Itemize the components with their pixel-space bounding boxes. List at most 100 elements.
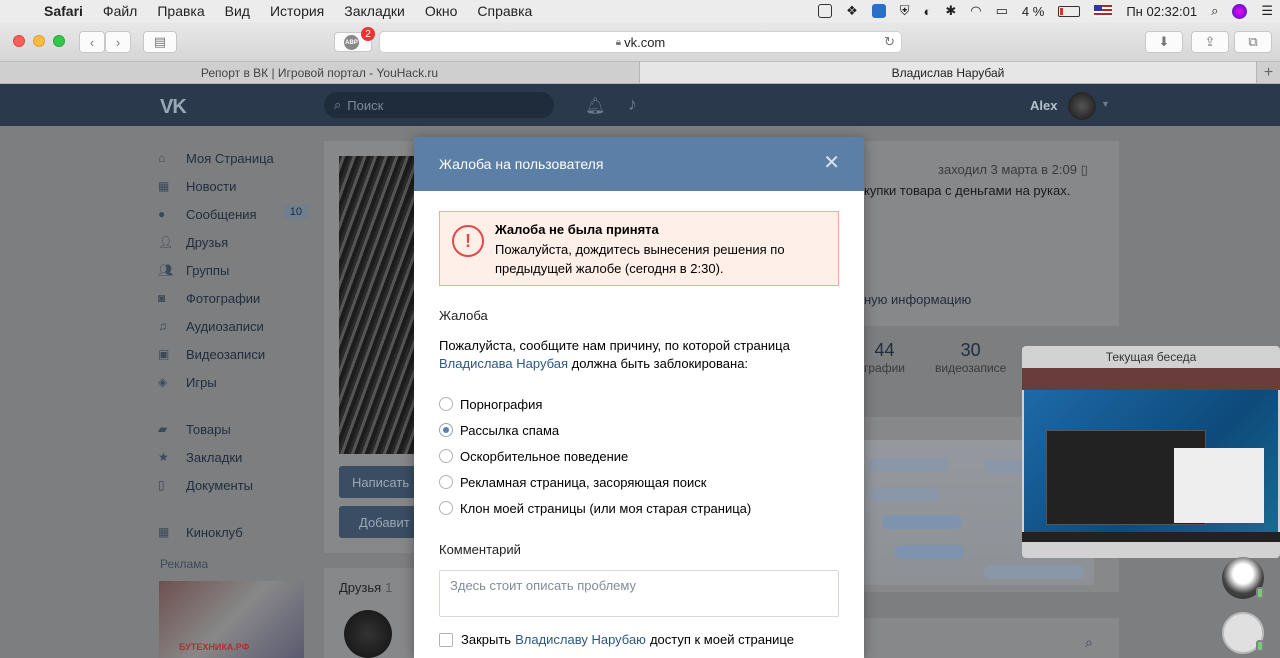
menu-help[interactable]: Справка [467,3,542,19]
nav-groups[interactable]: 👥︎ Группы [158,256,318,284]
vk-search-input[interactable]: ⌕ Поиск [324,92,554,118]
zoom-window-button[interactable] [53,35,65,47]
siri-icon[interactable] [1225,3,1254,19]
nav-audio[interactable]: ♫ Аудиозаписи [158,312,318,340]
picture-in-picture-window[interactable]: Текущая беседа [1022,346,1280,558]
nav-news[interactable]: ▦ Новости [158,172,318,200]
counter-number: 30 [960,340,981,360]
nav-games[interactable]: ◈ Игры [158,368,318,396]
sidebar-icon: ▤ [153,34,167,49]
toggle-icon[interactable]: ◐ [917,4,939,19]
share-button[interactable]: ⇪ [1191,31,1229,53]
profile-photo[interactable] [339,156,414,454]
show-full-info-link[interactable]: ную информацию [864,292,971,307]
address-bar[interactable]: 🔒︎ vk.com ↻ [379,31,902,53]
notifications-bell-icon[interactable]: 🔔︎ [585,96,605,116]
close-icon[interactable]: ✕ [823,153,840,173]
menu-file[interactable]: Файл [93,3,147,19]
comment-textarea[interactable]: Здесь стоит описать проблему [439,570,839,617]
friends-block-title[interactable]: Друзья 1 [339,580,392,595]
nav-documents[interactable]: ▯ Документы [158,471,318,499]
header-user-name[interactable]: Alex [1030,98,1057,113]
star-icon: ★ [158,450,169,464]
groups-icon: 👥︎ [158,263,174,277]
counter-videos[interactable]: 30 видеозаписе [935,340,1006,375]
nav-photos[interactable]: ◙ Фотографии [158,284,318,312]
menu-bookmarks[interactable]: Закладки [334,3,415,19]
sidebar-toggle-button[interactable]: ▤ [143,31,177,53]
nav-video[interactable]: ▣ Видеозаписи [158,340,318,368]
write-message-button[interactable]: Написать [339,466,414,498]
alert-title: Жалоба не была принята [495,222,659,237]
close-access-user-link[interactable]: Владиславу Нарубаю [515,632,646,647]
nav-my-page[interactable]: ⌂ Моя Страница [158,144,318,172]
downloads-button[interactable]: ⬇ [1145,31,1183,53]
forward-button[interactable]: › [105,31,131,53]
home-icon: ⌂ [158,151,166,165]
close-access-prefix: Закрыть [461,632,512,647]
counter-photos[interactable]: 44 графии [864,340,905,375]
radio-button[interactable] [439,475,453,489]
notification-center-icon[interactable]: ☰ [1254,3,1280,19]
spotlight-search-icon[interactable]: ⌕ [1204,3,1225,19]
modal-title: Жалоба на пользователя [439,156,604,172]
counter-label: видеозаписе [935,361,1007,375]
teamviewer-icon[interactable] [865,4,893,18]
adblock-plus-button[interactable]: ABP 2 [334,27,375,52]
menu-window[interactable]: Окно [415,3,468,19]
online-indicator [1256,587,1264,599]
checkmark-status-icon[interactable] [811,4,839,18]
music-note-icon[interactable]: ♪ [628,94,637,115]
header-avatar[interactable] [1068,92,1096,120]
option-ad-page[interactable]: Рекламная страница, засоряющая поиск [439,469,751,495]
radio-button[interactable] [439,397,453,411]
airplay-icon[interactable]: ▭ [989,3,1015,19]
close-window-button[interactable] [13,35,25,47]
wifi-icon[interactable]: ◠ [963,3,988,19]
menubar-clock[interactable]: Пн 02:32:01 [1119,4,1204,19]
profile-name-link[interactable]: Владислава Нарубая [439,356,568,371]
option-clone[interactable]: Клон моей страницы (или моя старая стран… [439,495,751,521]
input-source-flag-icon[interactable] [1087,5,1119,17]
radio-button-selected[interactable] [439,423,453,437]
messages-count-badge: 10 [283,205,308,219]
friend-avatar[interactable] [344,610,392,658]
chevron-down-icon[interactable]: ▼ [1101,99,1110,109]
ad-banner[interactable]: БУТЕХНИКА.РФ [159,581,304,658]
vk-logo[interactable]: VK [160,96,187,119]
dropbox-icon[interactable]: ❖ [839,3,865,19]
nav-friends[interactable]: 👤︎ Друзья [158,228,318,256]
search-icon[interactable]: ⌕ [1085,634,1093,651]
nav-bookmarks[interactable]: ★ Закладки [158,443,318,471]
option-pornography[interactable]: Порнография [439,391,751,417]
menu-app-name[interactable]: Safari [34,3,93,19]
option-spam[interactable]: Рассылка спама [439,417,751,443]
battery-icon[interactable] [1051,5,1087,17]
error-alert: ! Жалоба не была принята Пожалуйста, дож… [439,211,839,286]
minimize-window-button[interactable] [33,35,45,47]
menu-view[interactable]: Вид [215,3,260,19]
close-access-checkbox[interactable] [439,632,453,647]
new-tab-button[interactable]: + [1257,62,1280,83]
tab-youhack[interactable]: Репорт в ВК | Игровой портал - YouHack.r… [0,62,640,83]
bluetooth-icon[interactable]: ✱ [938,3,963,19]
tab-vk-profile[interactable]: Владислав Нарубай [640,62,1257,83]
back-button[interactable]: ‹ [79,31,105,53]
close-access-checkbox-row[interactable]: Закрыть Владиславу Нарубаю доступ к моей… [439,632,794,647]
menu-edit[interactable]: Правка [147,3,214,19]
nav-kinoclub[interactable]: ▦ Киноклуб [158,518,318,546]
add-friend-button[interactable]: Добавит [339,506,414,538]
radio-button[interactable] [439,449,453,463]
download-icon: ⬇ [1158,34,1170,49]
pip-top-strip [1022,368,1280,390]
nav-label: Игры [186,374,217,390]
nav-market[interactable]: ▰ Товары [158,415,318,443]
tab-overview-button[interactable]: ⧉ [1234,31,1272,53]
option-abuse[interactable]: Оскорбительное поведение [439,443,751,469]
nav-messages[interactable]: ● Сообщения 10 [158,200,318,228]
radio-button[interactable] [439,501,453,515]
adblock-icon: ABP [344,35,359,50]
shield-icon[interactable]: ⛨ [893,3,917,19]
reload-icon[interactable]: ↻ [884,34,895,50]
menu-history[interactable]: История [260,3,334,19]
